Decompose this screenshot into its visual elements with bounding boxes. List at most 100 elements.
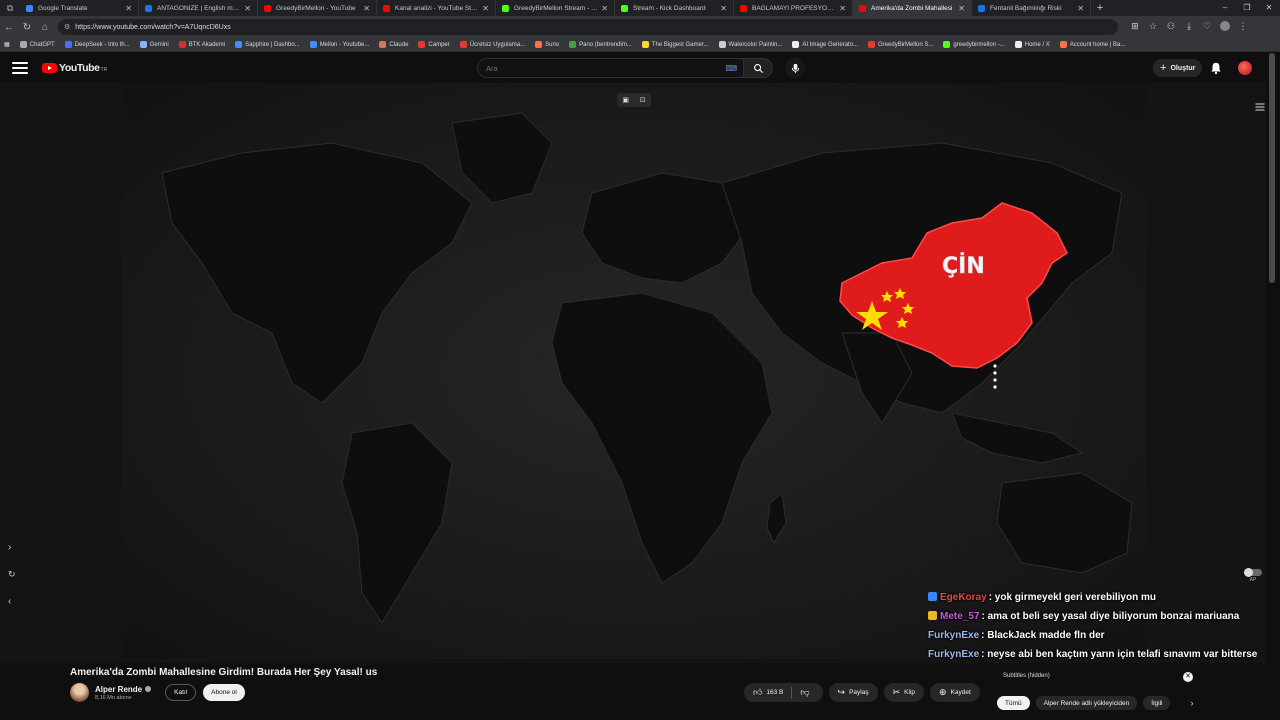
- theater-mode-icon[interactable]: ⊡: [640, 96, 646, 104]
- tab-close-icon[interactable]: ✕: [958, 4, 965, 13]
- bookmark-item[interactable]: Claude: [379, 41, 408, 48]
- chat-text: : yok girmeyekl geri verebiliyon mu: [988, 592, 1156, 603]
- page-scrollbar[interactable]: [1269, 53, 1275, 283]
- bookmark-label: Account home | Ba...: [1069, 41, 1126, 48]
- browser-menu-icon[interactable]: ⋮: [1234, 21, 1252, 33]
- browser-tab[interactable]: GreedyBirMellon Stream - Watch✕: [496, 0, 615, 16]
- search-button[interactable]: [743, 58, 773, 78]
- tab-close-icon[interactable]: ✕: [125, 4, 132, 13]
- miniplayer-icon[interactable]: ▣: [622, 96, 629, 104]
- youtube-logo[interactable]: YouTube TR: [42, 62, 107, 74]
- close-chat-icon[interactable]: ✕: [1183, 672, 1193, 682]
- browser-tab[interactable]: Fentanil Bağımlılığı Riski ✕: [972, 0, 1091, 16]
- bookmark-item[interactable]: Account home | Ba...: [1059, 41, 1126, 48]
- bookmark-label: Claude: [389, 41, 409, 48]
- refresh-icon[interactable]: ↻: [8, 569, 16, 580]
- bookmark-item[interactable]: BTK Akademi: [178, 41, 225, 48]
- video-player[interactable]: ÇİN ▣ ⊡ › ↻ ‹ AP: [0, 83, 1266, 663]
- bookmark-item[interactable]: Gemini: [139, 41, 169, 48]
- bookmark-item[interactable]: GreedyBirMellon S...: [868, 41, 933, 48]
- thumbs-up-icon[interactable]: 👍︎: [753, 687, 762, 698]
- bookmark-item[interactable]: Pano (bentrendim...: [569, 41, 632, 48]
- chat-username[interactable]: EgeKoray: [940, 592, 987, 603]
- thumbs-down-icon[interactable]: 👎︎: [800, 687, 809, 698]
- browser-tab[interactable]: Google Translate ✕: [20, 0, 139, 16]
- filter-chip[interactable]: Alper Rende adlı yükleyiciden: [1035, 696, 1138, 710]
- tab-close-icon[interactable]: ✕: [363, 4, 370, 13]
- subtitles-status: Subtitles (hidden): [1003, 673, 1050, 679]
- new-tab-button[interactable]: +: [1091, 2, 1109, 14]
- chevron-left-icon[interactable]: ‹: [8, 596, 11, 607]
- voice-search-button[interactable]: [785, 58, 805, 78]
- tab-close-icon[interactable]: ✕: [720, 4, 727, 13]
- tab-close-icon[interactable]: ✕: [601, 4, 608, 13]
- translate-icon[interactable]: ⊞: [1126, 21, 1144, 33]
- profile-icon[interactable]: [1216, 21, 1234, 33]
- create-button[interactable]: + Oluştur: [1153, 59, 1203, 77]
- bookmark-item[interactable]: AI Image Generato...: [792, 41, 858, 48]
- join-button[interactable]: Katıl: [165, 684, 197, 701]
- bookmark-label: GreedyBirMellon S...: [878, 41, 934, 48]
- user-avatar[interactable]: [1238, 61, 1252, 75]
- like-count[interactable]: 163 B: [766, 689, 783, 696]
- share-button[interactable]: ↪ Paylaş: [828, 683, 878, 702]
- chat-username[interactable]: FurkynExe: [928, 630, 979, 641]
- bookmark-item[interactable]: Home / X: [1014, 41, 1050, 48]
- filter-chip[interactable]: Tümü: [997, 696, 1030, 710]
- url-field[interactable]: ⚙ https://www.youtube.com/watch?v=A7Uqnc…: [58, 19, 1118, 35]
- bookmark-star-icon[interactable]: ☆: [1144, 21, 1162, 33]
- browser-tab[interactable]: GreedyBirMellon - YouTube ✕: [258, 0, 377, 16]
- chevron-right-icon[interactable]: ›: [8, 542, 11, 553]
- tab-close-icon[interactable]: ✕: [1077, 4, 1084, 13]
- bookmark-item[interactable]: DeepSeek - Into th...: [64, 41, 130, 48]
- browser-tab[interactable]: Kanal analizi - YouTube Studio ✕: [377, 0, 496, 16]
- chat-toggle-icon[interactable]: [1254, 101, 1266, 113]
- bookmarks-grid-icon[interactable]: ▦: [4, 41, 10, 48]
- bookmark-item[interactable]: Suno: [535, 41, 559, 48]
- reload-icon[interactable]: ↻: [18, 22, 36, 33]
- channel-name[interactable]: Alper Rende: [95, 685, 152, 694]
- tab-close-icon[interactable]: ✕: [482, 4, 489, 13]
- tab-close-icon[interactable]: ✕: [244, 4, 251, 13]
- chips-next-icon[interactable]: ›: [1190, 698, 1193, 708]
- close-window-icon[interactable]: ✕: [1258, 0, 1280, 16]
- tab-search-icon[interactable]: ⧉: [3, 1, 17, 15]
- bookmark-item[interactable]: Watercolor Paintin...: [718, 41, 782, 48]
- browser-tab[interactable]: Stream - Kick Dashboard ✕: [615, 0, 734, 16]
- download-icon[interactable]: ⤓: [1180, 21, 1198, 33]
- hamburger-menu-icon[interactable]: [12, 62, 28, 74]
- bookmark-favicon-icon: [943, 41, 951, 48]
- bookmark-item[interactable]: Sapphire | Dashbo...: [235, 41, 300, 48]
- site-info-icon[interactable]: ⚙: [64, 23, 70, 31]
- search-input[interactable]: [486, 63, 686, 73]
- bookmark-item[interactable]: ChatGPT: [19, 41, 55, 48]
- subscribe-button[interactable]: Abone ol: [203, 684, 245, 701]
- bookmark-item[interactable]: The Biggest Gamer...: [641, 41, 709, 48]
- autoplay-track: [1244, 568, 1262, 577]
- browser-tab[interactable]: Amerika'da Zombi Mahallesi ✕: [853, 0, 972, 16]
- save-button[interactable]: ⊕ Kaydet: [930, 683, 980, 702]
- chat-username[interactable]: FurkynExe: [928, 649, 979, 660]
- favorites-icon[interactable]: ♡: [1198, 21, 1216, 33]
- browser-tab[interactable]: BAĞLAMAYI PROFESYONEL ÇALM✕: [734, 0, 853, 16]
- clip-button[interactable]: ✂ Klip: [883, 683, 924, 702]
- channel-avatar[interactable]: [70, 683, 89, 702]
- notifications-bell-icon[interactable]: [1209, 61, 1223, 75]
- bookmark-item[interactable]: Ücretsiz Uygulama...: [459, 41, 525, 48]
- minimize-icon[interactable]: –: [1214, 0, 1236, 16]
- chat-username[interactable]: Mete_57: [940, 611, 979, 622]
- bookmark-item[interactable]: Mellon - Youtube...: [309, 41, 369, 48]
- search-box: ⌨: [477, 58, 743, 78]
- filter-chip[interactable]: İlgili: [1143, 696, 1171, 710]
- bookmark-item[interactable]: greedybirmellon -...: [943, 41, 1005, 48]
- back-icon[interactable]: ←: [0, 22, 18, 33]
- autoplay-toggle[interactable]: AP: [1244, 568, 1262, 583]
- browser-tab[interactable]: ANTAGONIZE | English meaning✕: [139, 0, 258, 16]
- tab-close-icon[interactable]: ✕: [839, 4, 846, 13]
- maximize-icon[interactable]: ❐: [1236, 0, 1258, 16]
- extensions-icon[interactable]: ⚇: [1162, 21, 1180, 33]
- bookmark-item[interactable]: Camper: [418, 41, 450, 48]
- home-icon[interactable]: ⌂: [36, 22, 54, 33]
- keyboard-icon[interactable]: ⌨: [725, 64, 737, 73]
- search-bar: ⌨: [477, 58, 805, 78]
